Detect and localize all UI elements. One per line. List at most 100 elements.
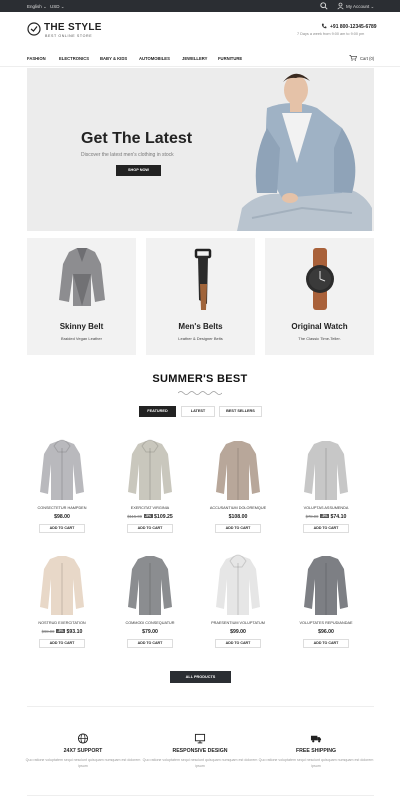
product-image[interactable] (32, 551, 92, 619)
product-image[interactable] (120, 551, 180, 619)
nav-item-electronics[interactable]: ELECTRONICS (59, 56, 89, 61)
feature-title: RESPONSIVE DESIGN (172, 748, 228, 754)
jacket-image (59, 248, 105, 306)
product-card[interactable]: VOLUPTAS ASSUMENDA $78.00 -5% $74.10 ADD TO … (286, 436, 366, 546)
belt-image (194, 248, 212, 310)
product-name[interactable]: NOSTRUD EXERCITATION (22, 621, 102, 625)
current-price: $93.10 (66, 629, 83, 635)
product-name[interactable]: EXERCITAT VIRGINIA (110, 506, 190, 510)
nav-item-furniture[interactable]: FURNITURE (218, 56, 242, 61)
nav-item-automobiles[interactable]: AUTOMOBILES (139, 56, 170, 61)
product-name[interactable]: PRAESENTIUM VOLUPTATUM (198, 621, 278, 625)
product-name[interactable]: COMMODI CONSEQUATUR (110, 621, 190, 625)
nav-item-jewellery[interactable]: JEWELLERY (182, 56, 207, 61)
hero-model-image (222, 68, 374, 231)
category-subtitle: Leather & Designer Belts (178, 336, 223, 341)
add-to-cart-button[interactable]: ADD TO CART (303, 524, 349, 533)
product-card[interactable]: VOLUPTATES REPUDIANDAE $96.00 ADD TO CART (286, 551, 366, 661)
tab-best-sellers[interactable]: BEST SELLERS (219, 406, 262, 417)
feature-text: Quo ratione voluptatem sequi nesciunt qu… (25, 758, 141, 768)
store-hours: 7 Days a week from 9:00 am to 9:00 pm (297, 32, 365, 36)
search-icon[interactable] (320, 2, 328, 10)
add-to-cart-button[interactable]: ADD TO CART (215, 639, 261, 648)
product-image[interactable] (120, 436, 180, 504)
nav-item-baby-kids[interactable]: BABY & KIDS (100, 56, 127, 61)
product-image[interactable] (208, 436, 268, 504)
section-divider (27, 706, 374, 707)
feature-title: FREE SHIPPING (295, 748, 337, 754)
tab-featured[interactable]: FEATURED (139, 406, 176, 417)
nav-item-fashion[interactable]: FASHION (27, 56, 46, 61)
monitor-icon (194, 733, 206, 744)
product-price: $98.00 -5% $93.10 (22, 629, 102, 635)
add-to-cart-button[interactable]: ADD TO CART (39, 639, 85, 648)
current-price: $74.10 (330, 514, 347, 520)
product-card[interactable]: ACCUSANTIUM DOLOREMQUE $108.00 ADD TO CART (198, 436, 278, 546)
nav-divider (0, 66, 400, 67)
current-price: $96.00 (318, 629, 334, 635)
product-card[interactable]: COMMODI CONSEQUATUR $79.00 ADD TO CART (110, 551, 190, 661)
product-card[interactable]: NOSTRUD EXERCITATION $98.00 -5% $93.10 ADD T… (22, 551, 102, 661)
feature-support: 24X7 SUPPORT Quo ratione voluptatem sequ… (23, 733, 143, 778)
discount-badge: -5% (55, 629, 65, 633)
cart-link[interactable]: Cart (0) (360, 56, 374, 61)
product-image[interactable] (32, 436, 92, 504)
shop-now-button[interactable]: SHOP NOW (116, 165, 161, 176)
product-image[interactable] (208, 551, 268, 619)
add-to-cart-button[interactable]: ADD TO CART (215, 524, 261, 533)
category-title: Skinny Belt (59, 322, 104, 331)
discount-badge: -5% (143, 514, 153, 518)
product-price: $79.00 (110, 629, 190, 635)
footer-divider (27, 795, 374, 796)
add-to-cart-button[interactable]: ADD TO CART (303, 639, 349, 648)
user-icon[interactable] (337, 2, 344, 10)
product-price: $99.00 (198, 629, 278, 635)
category-title: Original Watch (291, 322, 348, 331)
category-subtitle: The Classic Time-Teller. (298, 336, 341, 341)
watch-image (306, 248, 334, 310)
logo-subtitle: BEST ONLINE STORE (45, 34, 93, 38)
category-card-mens-belts[interactable]: Men's Belts Leather & Designer Belts (146, 238, 255, 355)
feature-text: Quo ratione voluptatem sequi nesciunt qu… (258, 758, 374, 768)
category-title: Men's Belts (178, 322, 223, 331)
language-label: English (27, 3, 42, 9)
currency-select[interactable]: USD ⌄ (50, 4, 65, 10)
category-card-original-watch[interactable]: Original Watch The Classic Time-Teller. (265, 238, 374, 355)
product-price: $115.00 -5% $109.25 (110, 514, 190, 520)
hero-banner[interactable]: Get The Latest Discover the latest men's… (27, 68, 374, 231)
current-price: $109.25 (154, 514, 173, 520)
logo-icon[interactable] (27, 22, 41, 36)
all-products-button[interactable]: ALL PRODUCTS (170, 671, 231, 683)
old-price: $98.00 (41, 629, 55, 634)
language-select[interactable]: English ⌄ (27, 4, 47, 10)
feature-title: 24X7 SUPPORT (63, 748, 103, 754)
add-to-cart-button[interactable]: ADD TO CART (127, 639, 173, 648)
product-card[interactable]: CONSECTETUR HAMPDEN $98.00 ADD TO CART (22, 436, 102, 546)
my-account-menu[interactable]: My Account ⌄ (346, 4, 374, 10)
truck-icon (310, 735, 322, 743)
logo-title[interactable]: THE STYLE (44, 22, 102, 33)
product-image[interactable] (296, 551, 356, 619)
cart-icon[interactable] (349, 55, 357, 61)
product-name[interactable]: VOLUPTAS ASSUMENDA (286, 506, 366, 510)
product-price: $108.00 (198, 514, 278, 520)
add-to-cart-button[interactable]: ADD TO CART (39, 524, 85, 533)
product-name[interactable]: CONSECTETUR HAMPDEN (22, 506, 102, 510)
feature-text: Quo ratione voluptatem sequi nesciunt qu… (142, 758, 258, 768)
category-card-skinny-belt[interactable]: Skinny Belt Braided Vegan Leather (27, 238, 136, 355)
phone-icon (321, 23, 327, 29)
current-price: $98.00 (54, 514, 70, 520)
discount-badge: -5% (319, 514, 329, 518)
product-image[interactable] (296, 436, 356, 504)
product-name[interactable]: VOLUPTATES REPUDIANDAE (286, 621, 366, 625)
feature-shipping: FREE SHIPPING Quo ratione voluptatem seq… (256, 733, 376, 778)
product-card[interactable]: EXERCITAT VIRGINIA $115.00 -5% $109.25 ADD T… (110, 436, 190, 546)
old-price: $115.00 (127, 514, 143, 519)
tab-latest[interactable]: LATEST (181, 406, 215, 417)
top-bar: English ⌄ USD ⌄ My Account ⌄ (0, 0, 400, 12)
product-price: $96.00 (286, 629, 366, 635)
add-to-cart-button[interactable]: ADD TO CART (127, 524, 173, 533)
product-card[interactable]: PRAESENTIUM VOLUPTATUM $99.00 ADD TO CART (198, 551, 278, 661)
product-name[interactable]: ACCUSANTIUM DOLOREMQUE (198, 506, 278, 510)
feature-responsive: RESPONSIVE DESIGN Quo ratione voluptatem… (140, 733, 260, 778)
